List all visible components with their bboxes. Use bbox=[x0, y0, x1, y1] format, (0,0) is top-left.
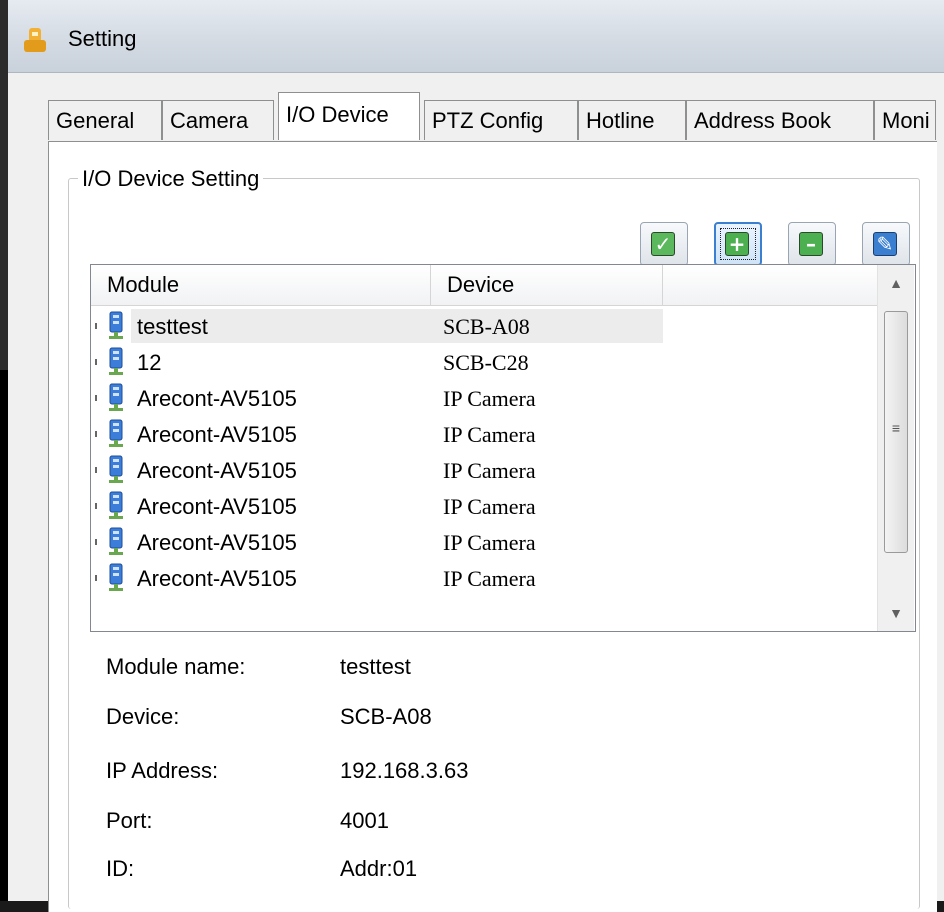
background-edge bbox=[0, 0, 8, 901]
remove-button[interactable]: – bbox=[788, 222, 836, 266]
tree-dot bbox=[95, 539, 97, 545]
list-item[interactable]: Arecont-AV5105 IP Camera bbox=[91, 489, 877, 525]
row-module: Arecont-AV5105 bbox=[137, 458, 297, 483]
list-item[interactable]: Arecont-AV5105 IP Camera bbox=[91, 525, 877, 561]
list-item[interactable]: Arecont-AV5105 IP Camera bbox=[91, 561, 877, 597]
app-icon bbox=[24, 28, 46, 52]
device-icon bbox=[109, 491, 123, 519]
title-bar[interactable]: Setting bbox=[8, 0, 944, 73]
column-header-device[interactable]: Device bbox=[431, 265, 663, 305]
tree-dot bbox=[95, 431, 97, 437]
module-name-value: testtest bbox=[340, 654, 411, 679]
row-module: testtest bbox=[137, 314, 208, 339]
tab-general[interactable]: General bbox=[48, 100, 162, 140]
add-button[interactable]: + bbox=[714, 222, 762, 266]
id-value: Addr:01 bbox=[340, 856, 418, 881]
device-icon bbox=[109, 455, 123, 483]
device-icon bbox=[109, 419, 123, 447]
column-header-module[interactable]: Module bbox=[91, 265, 431, 305]
row-device: IP Camera bbox=[443, 386, 536, 411]
scroll-down-arrow-icon[interactable]: ▼ bbox=[878, 595, 914, 631]
row-device: IP Camera bbox=[443, 530, 536, 555]
pencil-icon: ✎ bbox=[873, 232, 897, 256]
module-name-label: Module name: bbox=[106, 654, 246, 679]
row-module: 12 bbox=[137, 350, 162, 375]
grip-icon: ≡ bbox=[891, 420, 901, 436]
checkmark-icon: ✓ bbox=[651, 232, 675, 256]
tab-monitor[interactable]: Moni bbox=[874, 100, 936, 140]
ip-address-value: 192.168.3.63 bbox=[340, 758, 469, 783]
tab-ptz-config[interactable]: PTZ Config bbox=[424, 100, 578, 140]
confirm-button[interactable]: ✓ bbox=[640, 222, 688, 266]
list-item[interactable]: Arecont-AV5105 IP Camera bbox=[91, 381, 877, 417]
tree-dot bbox=[95, 575, 97, 581]
tree-dot bbox=[95, 395, 97, 401]
scrollbar-thumb[interactable]: ≡ bbox=[884, 311, 908, 553]
device-list[interactable]: Module Device testtest SCB-A08 12 SCB-C2… bbox=[90, 264, 916, 632]
list-item[interactable]: Arecont-AV5105 IP Camera bbox=[91, 453, 877, 489]
port-value: 4001 bbox=[340, 808, 389, 833]
row-device: IP Camera bbox=[443, 566, 536, 591]
tab-io-device[interactable]: I/O Device bbox=[278, 92, 420, 140]
tree-dot bbox=[95, 323, 97, 329]
column-header-empty bbox=[663, 265, 877, 305]
tab-address-book[interactable]: Address Book bbox=[686, 100, 874, 140]
device-label: Device: bbox=[106, 704, 180, 729]
device-icon bbox=[109, 383, 123, 411]
tree-dot bbox=[95, 467, 97, 473]
id-label: ID: bbox=[106, 856, 135, 881]
edit-button[interactable]: ✎ bbox=[862, 222, 910, 266]
device-icon bbox=[109, 563, 123, 591]
row-device: IP Camera bbox=[443, 494, 536, 519]
tree-dot bbox=[95, 503, 97, 509]
device-icon bbox=[109, 527, 123, 555]
row-module: Arecont-AV5105 bbox=[137, 530, 297, 555]
device-icon bbox=[109, 311, 123, 339]
minus-icon: – bbox=[799, 232, 823, 256]
row-device: SCB-A08 bbox=[443, 314, 530, 339]
group-title: I/O Device Setting bbox=[78, 166, 264, 192]
scroll-up-arrow-icon[interactable]: ▲ bbox=[878, 265, 914, 301]
tree-dot bbox=[95, 359, 97, 365]
tab-camera[interactable]: Camera bbox=[162, 100, 274, 140]
row-device: IP Camera bbox=[443, 458, 536, 483]
vertical-scrollbar[interactable]: ▲ ≡ ▼ bbox=[877, 265, 914, 631]
list-header: Module Device bbox=[91, 265, 877, 306]
device-value: SCB-A08 bbox=[340, 704, 432, 729]
plus-icon: + bbox=[725, 232, 749, 256]
row-module: Arecont-AV5105 bbox=[137, 566, 297, 591]
tab-bar: General Camera I/O Device PTZ Config Hot… bbox=[48, 92, 936, 142]
row-module: Arecont-AV5105 bbox=[137, 422, 297, 447]
list-item[interactable]: Arecont-AV5105 IP Camera bbox=[91, 417, 877, 453]
list-item[interactable]: 12 SCB-C28 bbox=[91, 345, 877, 381]
window-title: Setting bbox=[68, 26, 137, 51]
list-item[interactable]: testtest SCB-A08 bbox=[91, 309, 877, 345]
ip-address-label: IP Address: bbox=[106, 758, 219, 783]
port-label: Port: bbox=[106, 808, 153, 833]
tab-hotline[interactable]: Hotline bbox=[578, 100, 686, 140]
row-device: IP Camera bbox=[443, 422, 536, 447]
row-device: SCB-C28 bbox=[443, 350, 529, 375]
selection-highlight bbox=[131, 309, 663, 343]
device-icon bbox=[109, 347, 123, 375]
row-module: Arecont-AV5105 bbox=[137, 386, 297, 411]
row-module: Arecont-AV5105 bbox=[137, 494, 297, 519]
